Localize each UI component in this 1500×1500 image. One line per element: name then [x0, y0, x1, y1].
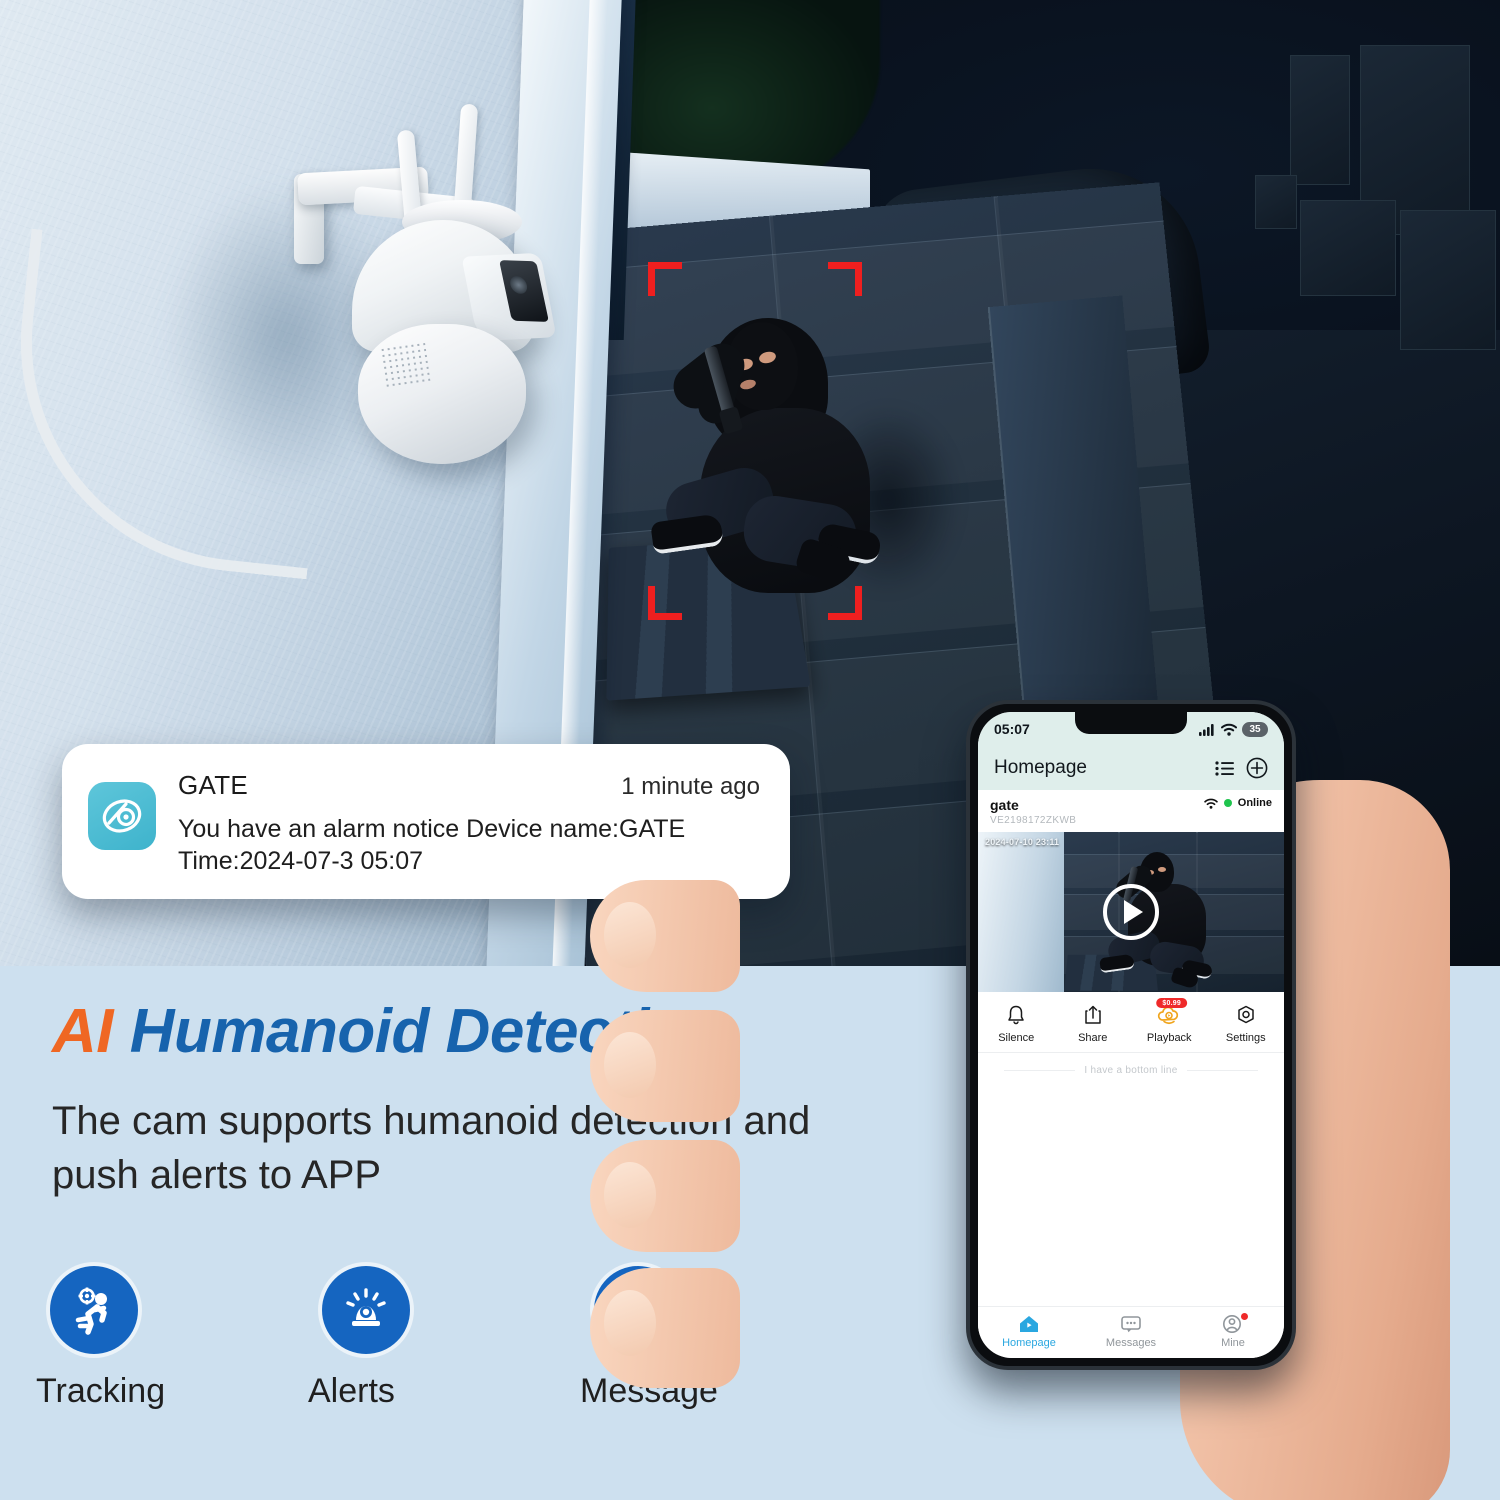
garage-object — [1290, 55, 1350, 185]
tab-label: Messages — [1105, 1337, 1157, 1349]
share-icon — [1055, 1002, 1132, 1028]
device-identity: gate VE2198172ZKWB — [990, 797, 1076, 826]
device-action-bar: Silence Share $0.99 Playback Settings — [978, 992, 1284, 1053]
notification-message-line2: Time:2024-07-3 05:07 — [178, 847, 424, 875]
bottom-line-text: I have a bottom line — [1084, 1065, 1178, 1076]
garage-object — [1400, 210, 1496, 350]
list-icon[interactable] — [1215, 760, 1234, 776]
feature-tracking: Tracking — [36, 1266, 196, 1411]
bottom-line-divider: I have a bottom line — [978, 1053, 1284, 1076]
notification-body: GATE 1 minute ago You have an alarm noti… — [156, 770, 760, 877]
camera-lower-dome — [358, 324, 526, 464]
tab-homepage[interactable]: Homepage — [978, 1313, 1080, 1349]
tab-label: Homepage — [1002, 1337, 1056, 1349]
siren-alarm-icon — [322, 1266, 410, 1354]
feature-list: Tracking Alerts Message — [36, 1266, 740, 1411]
ptz-security-camera — [0, 103, 572, 580]
page-title: AI Humanoid Detection — [52, 996, 724, 1067]
camera-snapshot[interactable]: 2024-07-10 23:11 — [978, 832, 1284, 992]
device-id: VE2198172ZKWB — [990, 815, 1077, 826]
action-label: Share — [1078, 1032, 1108, 1044]
detection-bracket-bottom-left — [648, 586, 682, 620]
running-person-target-icon — [50, 1266, 138, 1354]
device-card[interactable]: gate VE2198172ZKWB Online 2024-07-10 23:… — [978, 790, 1284, 1053]
bottom-tab-bar: Homepage Messages Mine — [978, 1306, 1284, 1358]
gear-hex-icon — [1208, 1002, 1285, 1028]
phone-message-bubble-icon — [594, 1266, 682, 1354]
battery-indicator: 35 — [1242, 721, 1268, 737]
camera-app-icon — [88, 782, 156, 850]
feature-message: Message — [580, 1266, 740, 1411]
status-time: 05:07 — [994, 721, 1030, 737]
divider-rule-right — [1186, 1070, 1258, 1071]
feature-alerts: Alerts — [308, 1266, 468, 1411]
tab-label: Mine — [1221, 1337, 1245, 1349]
home-play-icon — [978, 1313, 1080, 1335]
phone-notch — [1075, 712, 1187, 734]
app-title: Homepage — [994, 757, 1087, 778]
feature-label: Alerts — [308, 1372, 395, 1410]
notification-timestamp: 1 minute ago — [621, 773, 760, 800]
snapshot-timestamp: 2024-07-10 23:11 — [985, 837, 1060, 847]
crowbar-tool — [703, 345, 737, 419]
snapshot-door-frame — [978, 832, 1064, 992]
notification-title: GATE — [178, 770, 249, 800]
online-status-text: Online — [1237, 797, 1272, 809]
app-header: Homepage — [978, 746, 1284, 790]
online-dot-icon — [1223, 799, 1232, 807]
bell-icon — [978, 1002, 1055, 1028]
status-badge: Online — [1203, 797, 1272, 809]
message-bubble-icon — [1080, 1313, 1182, 1335]
detection-bracket-top-left — [648, 262, 682, 296]
app-header-actions — [1215, 757, 1268, 779]
action-label: Playback — [1146, 1032, 1192, 1044]
divider-rule-left — [1004, 1070, 1076, 1071]
smartphone: 05:07 35 Homepage gate VE2198172ZKWB Onl… — [966, 700, 1296, 1370]
feature-label: Tracking — [36, 1372, 166, 1410]
notification-message-line1: You have an alarm notice Device name:GAT… — [178, 815, 686, 843]
empty-content-area — [978, 1076, 1284, 1306]
detection-bracket-bottom-right — [828, 586, 862, 620]
settings-button[interactable]: Settings — [1208, 1002, 1285, 1044]
device-header: gate VE2198172ZKWB Online — [978, 790, 1284, 832]
silence-button[interactable]: Silence — [978, 1002, 1055, 1044]
user-circle-icon — [1182, 1313, 1284, 1335]
wifi-icon — [1221, 723, 1237, 736]
share-button[interactable]: Share — [1055, 1002, 1132, 1044]
push-notification-card[interactable]: GATE 1 minute ago You have an alarm noti… — [62, 744, 790, 899]
playback-button[interactable]: $0.99 Playback — [1131, 998, 1208, 1044]
detection-bracket-top-right — [828, 262, 862, 296]
intruder-forearm — [694, 345, 744, 428]
wifi-icon — [1203, 798, 1218, 809]
intruder-figure — [648, 300, 998, 630]
phone-screen: 05:07 35 Homepage gate VE2198172ZKWB Onl… — [978, 712, 1284, 1358]
feature-label: Message — [580, 1372, 718, 1410]
status-indicators: 35 — [1199, 721, 1268, 737]
tab-mine[interactable]: Mine — [1182, 1313, 1284, 1349]
device-name: gate — [990, 797, 1019, 813]
promo-page: GATE 1 minute ago You have an alarm noti… — [0, 0, 1500, 1500]
camera-speaker-grille — [379, 341, 431, 389]
price-badge: $0.99 — [1156, 998, 1187, 1008]
action-label: Settings — [1225, 1032, 1266, 1044]
headline-main: Humanoid Detection — [129, 997, 724, 1066]
play-button-icon[interactable] — [1103, 884, 1159, 940]
tab-messages[interactable]: Messages — [1080, 1313, 1182, 1349]
promo-subtext: The cam supports humanoid detection and … — [52, 1099, 811, 1197]
cellular-signal-icon — [1199, 723, 1214, 736]
garage-object — [1300, 200, 1396, 296]
headline-accent: AI — [52, 997, 114, 1066]
garage-object — [1255, 175, 1297, 229]
plus-circle-icon[interactable] — [1246, 757, 1268, 779]
action-label: Silence — [998, 1032, 1035, 1044]
